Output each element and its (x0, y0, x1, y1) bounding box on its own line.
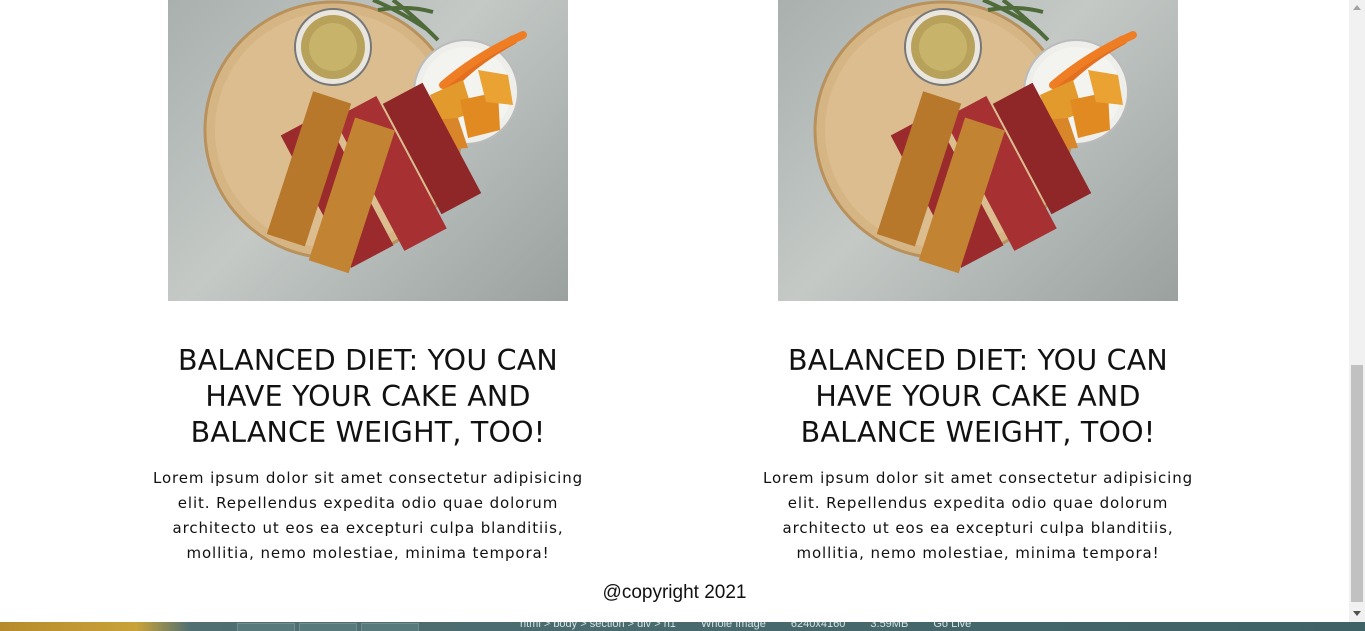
article-card: BALANCED DIET: YOU CAN HAVE YOUR CAKE AN… (148, 0, 588, 566)
statusbar-image-label: Whole Image (701, 622, 766, 630)
statusbar-size: 3.59MB (870, 622, 909, 630)
statusbar-dimensions: 6240x4160 (790, 622, 846, 630)
food-board-image (778, 0, 1178, 301)
article-text: Lorem ipsum dolor sit amet consectetur a… (152, 469, 584, 562)
article-card: BALANCED DIET: YOU CAN HAVE YOUR CAKE AN… (758, 0, 1198, 566)
taskbar-app-button[interactable] (237, 623, 295, 631)
scrollbar-thumb[interactable] (1351, 365, 1363, 602)
taskbar: html > body > section > div > h1 Whole I… (0, 622, 1365, 631)
scroll-up-arrow-icon[interactable] (1349, 0, 1365, 16)
article-title: BALANCED DIET: YOU CAN HAVE YOUR CAKE AN… (788, 344, 1168, 449)
vertical-scrollbar[interactable] (1349, 0, 1365, 631)
page: BALANCED DIET: YOU CAN HAVE YOUR CAKE AN… (0, 0, 1349, 631)
scroll-down-arrow-icon[interactable] (1349, 606, 1365, 622)
article-title: BALANCED DIET: YOU CAN HAVE YOUR CAKE AN… (178, 344, 558, 449)
go-live-button[interactable]: Go Live (933, 622, 971, 630)
taskbar-app-button[interactable] (361, 623, 419, 631)
food-board-image (168, 0, 568, 301)
editor-statusbar: html > body > section > div > h1 Whole I… (520, 622, 993, 630)
article-text: Lorem ipsum dolor sit amet consectetur a… (762, 469, 1194, 562)
copyright-footer: @copyright 2021 (602, 582, 747, 603)
statusbar-breadcrumb[interactable]: html > body > section > div > h1 (520, 622, 676, 630)
taskbar-app-button[interactable] (299, 623, 357, 631)
